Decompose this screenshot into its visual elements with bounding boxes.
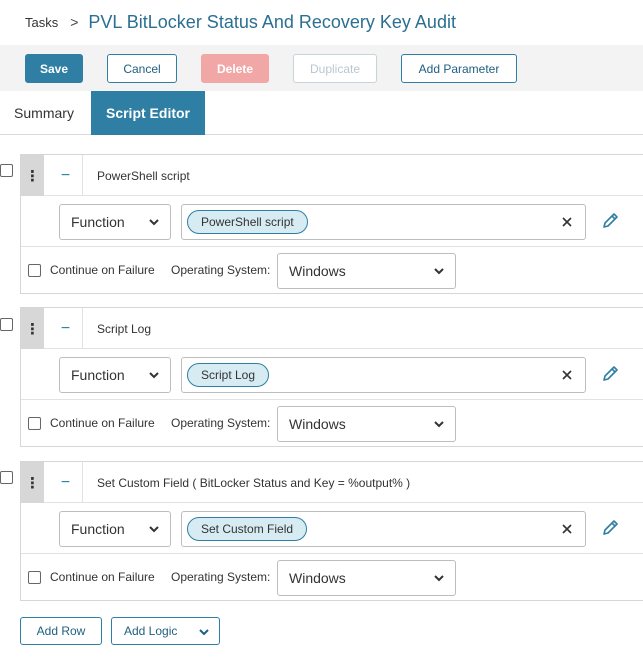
minus-icon[interactable]: − [49, 308, 83, 349]
add-row-button[interactable]: Add Row [20, 617, 102, 645]
row-select-checkbox[interactable] [0, 164, 13, 177]
function-line: Function PowerShell script [21, 196, 643, 247]
row-title: Script Log [97, 321, 152, 336]
vertical-dots-icon[interactable]: ⋮ [21, 462, 44, 503]
breadcrumb: Tasks > PVL BitLocker Status And Recover… [25, 8, 456, 36]
tab-script-editor[interactable]: Script Editor [91, 91, 205, 135]
tab-bar: Summary Script Editor [0, 91, 643, 135]
continue-on-failure-checkbox[interactable] [28, 264, 41, 277]
function-tag[interactable]: PowerShell script [187, 210, 308, 234]
save-button[interactable]: Save [25, 54, 83, 83]
row-title: Set Custom Field ( BitLocker Status and … [97, 475, 411, 490]
row-header: ⋮ − Set Custom Field ( BitLocker Status … [21, 462, 643, 503]
pencil-icon[interactable] [601, 210, 621, 230]
script-row: ⋮ − PowerShell script Function PowerShel… [20, 154, 643, 294]
operating-system-value: Windows [289, 570, 346, 586]
vertical-dots-icon[interactable]: ⋮ [21, 155, 44, 196]
function-picker[interactable]: Script Log [181, 357, 586, 393]
row-select-checkbox[interactable] [0, 318, 13, 331]
script-row: ⋮ − Script Log Function Script Log Conti… [20, 307, 643, 447]
operating-system-label: Operating System: [171, 416, 271, 430]
function-type-select[interactable]: Function [59, 357, 171, 393]
continue-on-failure-checkbox[interactable] [28, 571, 41, 584]
function-tag[interactable]: Set Custom Field [187, 517, 308, 541]
operating-system-select[interactable]: Windows [277, 253, 456, 289]
add-logic-label: Add Logic [124, 624, 178, 638]
function-type-select[interactable]: Function [59, 511, 171, 547]
minus-icon[interactable]: − [49, 155, 83, 196]
chevron-down-icon [199, 629, 209, 636]
chevron-down-icon [434, 575, 444, 582]
breadcrumb-tasks-link[interactable]: Tasks [25, 15, 58, 30]
function-type-value: Function [71, 214, 125, 230]
add-parameter-button[interactable]: Add Parameter [401, 54, 517, 83]
chevron-down-icon [434, 421, 444, 428]
options-line: Continue on Failure Operating System: Wi… [21, 400, 643, 448]
duplicate-button[interactable]: Duplicate [293, 54, 377, 83]
add-logic-button[interactable]: Add Logic [111, 617, 220, 645]
operating-system-value: Windows [289, 263, 346, 279]
row-header: ⋮ − Script Log [21, 308, 643, 349]
row-title: PowerShell script [97, 168, 190, 183]
operating-system-select[interactable]: Windows [277, 406, 456, 442]
function-type-value: Function [71, 367, 125, 383]
close-icon[interactable] [559, 521, 575, 537]
chevron-down-icon [149, 219, 159, 226]
continue-on-failure-label: Continue on Failure [50, 416, 155, 430]
page-title: PVL BitLocker Status And Recovery Key Au… [88, 11, 456, 32]
chevron-down-icon [149, 372, 159, 379]
minus-icon[interactable]: − [49, 462, 83, 503]
continue-on-failure-label: Continue on Failure [50, 263, 155, 277]
function-tag[interactable]: Script Log [187, 363, 270, 387]
chevron-down-icon [149, 526, 159, 533]
operating-system-label: Operating System: [171, 263, 271, 277]
pencil-icon[interactable] [601, 517, 621, 537]
function-picker[interactable]: PowerShell script [181, 204, 586, 240]
function-type-select[interactable]: Function [59, 204, 171, 240]
close-icon[interactable] [559, 367, 575, 383]
tab-summary[interactable]: Summary [0, 91, 88, 135]
cancel-button[interactable]: Cancel [107, 54, 177, 83]
script-row: ⋮ − Set Custom Field ( BitLocker Status … [20, 461, 643, 601]
row-header: ⋮ − PowerShell script [21, 155, 643, 196]
operating-system-select[interactable]: Windows [277, 560, 456, 596]
breadcrumb-separator: > [70, 14, 79, 30]
function-line: Function Script Log [21, 349, 643, 400]
chevron-down-icon [434, 268, 444, 275]
row-select-checkbox[interactable] [0, 471, 13, 484]
function-line: Function Set Custom Field [21, 503, 643, 554]
vertical-dots-icon[interactable]: ⋮ [21, 308, 44, 349]
delete-button[interactable]: Delete [201, 54, 269, 83]
options-line: Continue on Failure Operating System: Wi… [21, 247, 643, 295]
pencil-icon[interactable] [601, 363, 621, 383]
close-icon[interactable] [559, 214, 575, 230]
operating-system-value: Windows [289, 416, 346, 432]
continue-on-failure-label: Continue on Failure [50, 570, 155, 584]
operating-system-label: Operating System: [171, 570, 271, 584]
continue-on-failure-checkbox[interactable] [28, 417, 41, 430]
function-type-value: Function [71, 521, 125, 537]
toolbar: Save Cancel Delete Duplicate Add Paramet… [0, 45, 643, 91]
options-line: Continue on Failure Operating System: Wi… [21, 554, 643, 602]
function-picker[interactable]: Set Custom Field [181, 511, 586, 547]
